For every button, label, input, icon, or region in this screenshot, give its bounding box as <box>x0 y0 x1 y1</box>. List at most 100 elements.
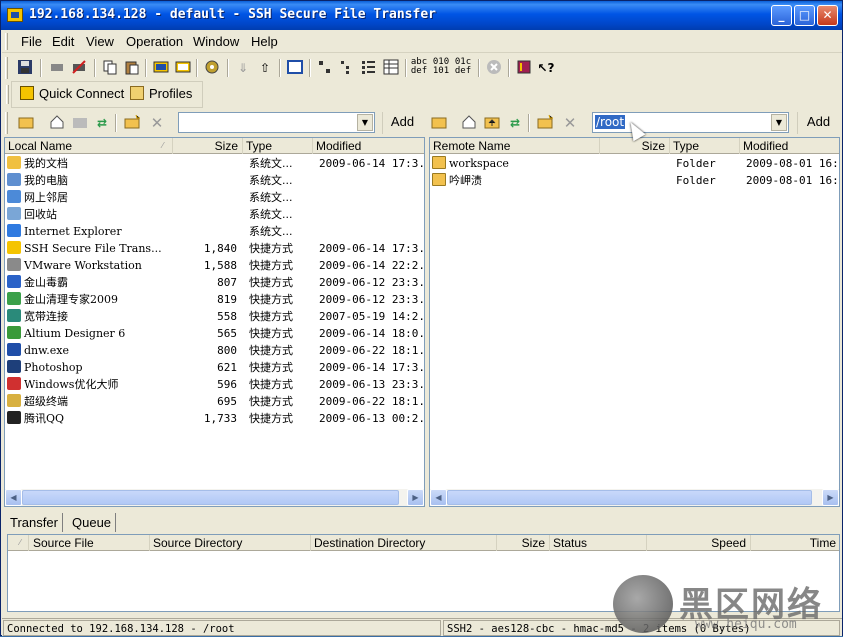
menu-operation[interactable]: Operation <box>126 34 183 49</box>
remote-col-modified[interactable]: Modified <box>740 138 839 154</box>
menu-grip[interactable] <box>5 33 8 50</box>
stop-icon[interactable] <box>485 59 503 77</box>
transfer-col-source-directory[interactable]: Source Directory <box>150 535 311 551</box>
table-row[interactable]: 金山清理专家2009 819 快捷方式 2009-06-12 23:3... <box>5 291 424 308</box>
table-row[interactable]: Altium Designer 6 565 快捷方式 2009-06-14 18:0.… <box>5 325 424 342</box>
transfer-col-time[interactable]: Time <box>751 535 839 551</box>
menu-window[interactable]: Window <box>193 34 239 49</box>
local-col-size[interactable]: Size <box>173 138 243 154</box>
local-col-name[interactable]: Local Name <box>5 138 173 154</box>
terminal-icon[interactable] <box>152 59 170 77</box>
window-icon[interactable] <box>286 59 304 77</box>
menu-edit[interactable]: Edit <box>52 34 74 49</box>
table-row[interactable]: Windows优化大师 596 快捷方式 2009-06-13 23:3... <box>5 376 424 393</box>
grid-view-icon[interactable] <box>382 59 400 77</box>
table-row[interactable]: 网上邻居 系统文... <box>5 189 424 206</box>
table-row[interactable]: SSH Secure File Trans... 1,840 快捷方式 2009-06… <box>5 240 424 257</box>
tree-view-icon[interactable] <box>316 59 334 77</box>
table-row[interactable]: Internet Explorer 系统文... <box>5 223 424 240</box>
remote-hscrollbar[interactable]: ◀ ▶ <box>430 489 839 506</box>
remote-delete-icon[interactable]: ✕ <box>561 114 579 132</box>
menu-view[interactable]: View <box>86 34 114 49</box>
table-row[interactable]: 我的电脑 系统文... <box>5 172 424 189</box>
scroll-right-icon[interactable]: ▶ <box>822 489 839 506</box>
properties-icon[interactable] <box>174 59 192 77</box>
menu-help[interactable]: Help <box>251 34 278 49</box>
local-new-folder-icon[interactable] <box>123 114 141 132</box>
local-file-panel[interactable]: Local Name ⁄ Size Type Modified 我的文档 系统文.… <box>4 137 425 507</box>
toolbar-grip[interactable] <box>5 57 8 79</box>
local-path-combo[interactable]: ▼ <box>178 112 375 133</box>
detail-view-icon[interactable] <box>338 59 356 77</box>
paste-icon[interactable] <box>123 59 141 77</box>
remote-home-icon[interactable] <box>460 114 478 132</box>
remote-scroll-thumb[interactable] <box>447 490 812 505</box>
local-refresh-icon[interactable]: ⇄ <box>93 114 111 132</box>
local-hscrollbar[interactable]: ◀ ▶ <box>5 489 424 506</box>
table-row[interactable]: VMware Workstation 1,588 快捷方式 2009-06-14 22… <box>5 257 424 274</box>
scroll-right-icon[interactable]: ▶ <box>407 489 424 506</box>
remote-col-type[interactable]: Type <box>670 138 740 154</box>
app-icon[interactable] <box>7 8 23 22</box>
binary-mode-icon[interactable]: 010 101 <box>432 58 450 76</box>
list-view-icon[interactable] <box>360 59 378 77</box>
close-button[interactable]: ✕ <box>817 5 838 26</box>
table-row[interactable]: 宽带连接 558 快捷方式 2007-05-19 14:2... <box>5 308 424 325</box>
local-home-icon[interactable] <box>48 114 66 132</box>
help-book-icon[interactable] <box>515 59 533 77</box>
local-col-type[interactable]: Type <box>243 138 313 154</box>
remote-parent-folder-icon[interactable] <box>483 114 501 132</box>
profiles-button[interactable]: Profiles <box>130 86 192 101</box>
remote-refresh-icon[interactable]: ⇄ <box>506 114 524 132</box>
settings-icon[interactable] <box>203 59 221 77</box>
ascii-mode-icon[interactable]: abc def <box>410 58 428 76</box>
table-row[interactable]: dnw.exe 800 快捷方式 2009-06-22 18:1... <box>5 342 424 359</box>
remote-path-combo[interactable]: /root ▼ <box>592 112 789 133</box>
download-icon[interactable]: ⇓ <box>234 59 252 77</box>
transfer-col-size[interactable]: Size <box>497 535 550 551</box>
table-row[interactable]: Photoshop 621 快捷方式 2009-06-14 17:3... <box>5 359 424 376</box>
save-icon[interactable] <box>16 59 34 77</box>
title-bar[interactable]: 192.168.134.128 - default - SSH Secure F… <box>1 1 842 30</box>
transfer-col-speed[interactable]: Speed <box>647 535 751 551</box>
scroll-left-icon[interactable]: ◀ <box>5 489 22 506</box>
table-row[interactable]: 我的文档 系统文... 2009-06-14 17:3... <box>5 155 424 172</box>
maximize-button[interactable]: □ <box>794 5 815 26</box>
remote-new-folder-icon[interactable] <box>536 114 554 132</box>
transfer-col-source-file[interactable]: Source File <box>30 535 150 551</box>
menu-file[interactable]: File <box>21 34 42 49</box>
quick-connect-button[interactable]: Quick Connect <box>20 86 124 101</box>
table-row[interactable]: 腾讯QQ 1,733 快捷方式 2009-06-13 00:2... <box>5 410 424 427</box>
local-add-button[interactable]: Add <box>382 112 422 134</box>
table-row[interactable]: 吟岬渍 Folder 2009-08-01 16:0... <box>430 172 839 189</box>
minimize-button[interactable]: _ <box>771 5 792 26</box>
disconnect-red-icon[interactable] <box>70 59 88 77</box>
scroll-left-icon[interactable]: ◀ <box>430 489 447 506</box>
transfer-col-status[interactable]: Status <box>550 535 647 551</box>
qc-grip[interactable] <box>6 85 9 104</box>
copy-icon[interactable] <box>101 59 119 77</box>
table-row[interactable]: workspace Folder 2009-08-01 16:2... <box>430 155 839 172</box>
upload-icon[interactable]: ⇧ <box>256 59 274 77</box>
transfer-col-destination-directory[interactable]: Destination Directory <box>311 535 497 551</box>
disconnect-icon[interactable] <box>48 59 66 77</box>
tab-transfer[interactable]: Transfer <box>6 513 63 532</box>
local-scroll-thumb[interactable] <box>22 490 399 505</box>
table-row[interactable]: 回收站 系统文... <box>5 206 424 223</box>
remote-file-panel[interactable]: Remote Name Size Type Modified workspace… <box>429 137 840 507</box>
table-row[interactable]: 超级终端 695 快捷方式 2009-06-22 18:1... <box>5 393 424 410</box>
local-grip[interactable] <box>5 112 8 134</box>
chevron-down-icon[interactable]: ▼ <box>357 114 373 131</box>
what-is-this-icon[interactable]: ↖? <box>537 59 555 77</box>
local-folder-up-icon[interactable] <box>17 114 35 132</box>
table-row[interactable]: 金山毒霸 807 快捷方式 2009-06-12 23:3... <box>5 274 424 291</box>
local-delete-icon[interactable]: ✕ <box>148 114 166 132</box>
local-parent-folder-icon[interactable] <box>71 114 89 132</box>
chevron-down-icon[interactable]: ▼ <box>771 114 787 131</box>
tab-queue[interactable]: Queue <box>68 513 117 532</box>
auto-mode-icon[interactable]: 01c def <box>454 58 472 76</box>
remote-folder-up-icon[interactable] <box>430 114 448 132</box>
remote-col-name[interactable]: Remote Name <box>430 138 600 154</box>
remote-add-button[interactable]: Add <box>797 112 839 134</box>
local-col-modified[interactable]: Modified <box>313 138 424 154</box>
